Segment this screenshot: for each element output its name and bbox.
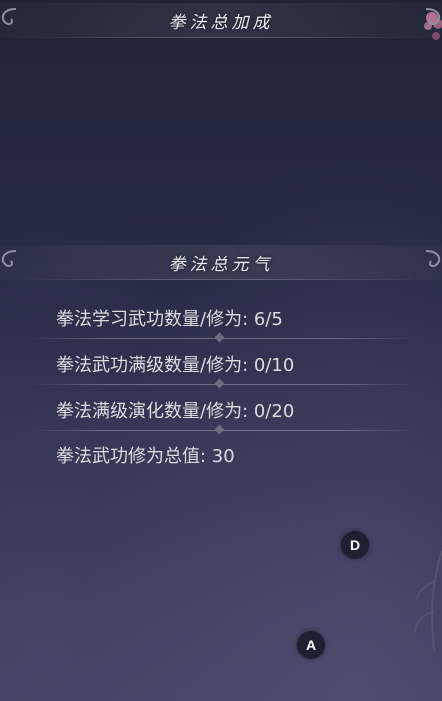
stat-maxed-count: 拳法武功满级数量/修为: 0/10 (56, 355, 295, 376)
energy-header: 拳法总元气 (0, 245, 442, 279)
scroll-ornament-icon (425, 250, 441, 268)
divider-diamond-icon (214, 378, 225, 389)
energy-title: 拳法总元气 (168, 254, 274, 275)
stat-learned-count: 拳法学习武功数量/修为: 6/5 (56, 309, 283, 330)
divider-diamond-icon (214, 332, 225, 343)
scroll-ornament-icon (1, 8, 17, 26)
row-divider (30, 378, 414, 389)
header-underline (0, 37, 442, 38)
row-divider (30, 332, 414, 343)
row-divider (30, 424, 414, 435)
divider-diamond-icon (214, 424, 225, 435)
stat-total-cultivation: 拳法武功修为总值: 30 (56, 446, 235, 467)
scroll-ornament-icon (425, 8, 441, 26)
bonus-header: 拳法总加成 (0, 3, 442, 37)
stat-evolution-count: 拳法满级演化数量/修为: 0/20 (56, 401, 295, 422)
a-key-button[interactable]: A (297, 631, 325, 659)
d-key-button[interactable]: D (341, 531, 369, 559)
scroll-ornament-icon (1, 250, 17, 268)
bamboo-branch-icon (413, 550, 442, 652)
header-underline (0, 279, 442, 280)
bonus-title: 拳法总加成 (168, 12, 274, 33)
